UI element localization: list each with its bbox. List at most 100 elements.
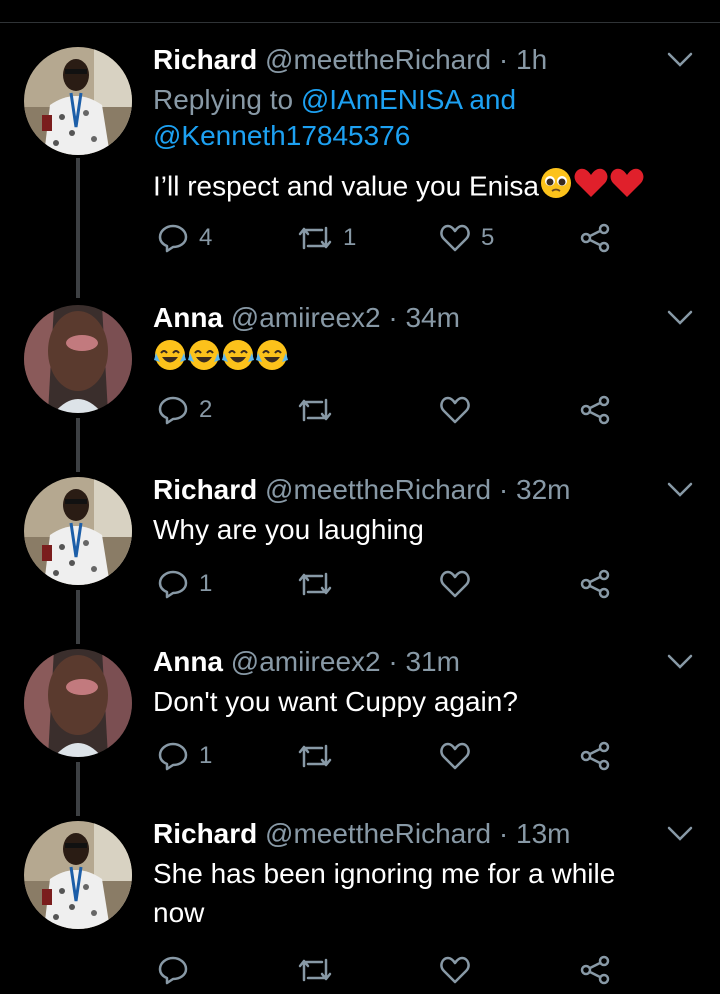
retweet-button[interactable]	[297, 740, 343, 772]
chevron-down-icon[interactable]	[666, 652, 694, 677]
tweet-header: Anna @amiireex2 · 31m	[153, 644, 460, 680]
timestamp[interactable]: 13m	[516, 818, 570, 849]
reply-button[interactable]: 1	[157, 740, 212, 772]
retweet-count: 1	[343, 224, 357, 251]
retweet-button[interactable]	[297, 568, 343, 600]
avatar-richard[interactable]	[24, 477, 132, 585]
avatar-richard[interactable]	[24, 821, 132, 929]
reply-button[interactable]: 1	[157, 568, 212, 600]
share-icon[interactable]	[579, 954, 611, 986]
display-name[interactable]: Anna	[153, 646, 223, 677]
face-with-tears-of-joy-emoji	[255, 338, 289, 382]
separator: ·	[498, 474, 509, 505]
top-divider	[0, 22, 720, 23]
share-icon[interactable]	[579, 394, 611, 426]
reply-button[interactable]: 2	[157, 394, 212, 426]
share-button[interactable]	[579, 740, 611, 772]
chevron-down-icon[interactable]	[666, 480, 694, 505]
like-button[interactable]	[439, 954, 471, 986]
tweet-text: I’ll respect and value you Enisa	[153, 166, 693, 210]
tweet-actions	[153, 954, 623, 994]
reply-count: 1	[199, 570, 213, 597]
reply-button[interactable]	[157, 954, 189, 986]
timestamp[interactable]: 1h	[516, 44, 547, 75]
like-button[interactable]	[439, 568, 481, 600]
reply-icon[interactable]	[157, 394, 189, 426]
retweet-icon[interactable]	[297, 394, 333, 426]
like-button[interactable]	[439, 740, 481, 772]
display-name[interactable]: Richard	[153, 818, 257, 849]
like-button[interactable]: 5	[439, 222, 494, 254]
mention-link[interactable]: @Kenneth17845376	[153, 120, 410, 151]
like-icon[interactable]	[439, 394, 471, 426]
reply-count: 1	[199, 742, 213, 769]
user-handle[interactable]: @meettheRichard	[265, 818, 491, 849]
tweet-actions: 1	[153, 568, 623, 608]
retweet-icon[interactable]	[297, 740, 333, 772]
reply-count: 4	[199, 224, 213, 251]
display-name[interactable]: Anna	[153, 302, 223, 333]
red-heart-emoji	[573, 167, 609, 209]
reply-icon[interactable]	[157, 740, 189, 772]
share-button[interactable]	[579, 222, 611, 254]
retweet-icon[interactable]	[297, 568, 333, 600]
red-heart-emoji	[609, 167, 645, 209]
tweet-text: Why are you laughing	[153, 514, 424, 545]
share-button[interactable]	[579, 954, 611, 986]
avatar-anna[interactable]	[24, 305, 132, 413]
like-icon[interactable]	[439, 222, 471, 254]
tweet-text: She has been ignoring me for a while now	[153, 854, 693, 932]
like-icon[interactable]	[439, 740, 471, 772]
tweet-text	[153, 338, 693, 382]
share-icon[interactable]	[579, 222, 611, 254]
timestamp[interactable]: 34m	[405, 302, 459, 333]
user-handle[interactable]: @amiireex2	[231, 646, 381, 677]
tweet-header: Richard @meettheRichard · 1h	[153, 42, 547, 78]
share-button[interactable]	[579, 394, 611, 426]
thread-line	[76, 762, 80, 816]
reply-icon[interactable]	[157, 568, 189, 600]
retweet-icon[interactable]	[297, 222, 333, 254]
like-button[interactable]	[439, 394, 481, 426]
retweet-button[interactable]	[297, 394, 343, 426]
like-count: 5	[481, 224, 495, 251]
tweet-header: Richard @meettheRichard · 13m	[153, 816, 570, 852]
chevron-down-icon[interactable]	[666, 824, 694, 849]
reply-count: 2	[199, 396, 213, 423]
separator: ·	[498, 818, 509, 849]
display-name[interactable]: Richard	[153, 474, 257, 505]
share-button[interactable]	[579, 568, 611, 600]
timestamp[interactable]: 32m	[516, 474, 570, 505]
chevron-down-icon[interactable]	[666, 308, 694, 333]
replying-to: Replying to @IAmENISA and @Kenneth178453…	[153, 82, 583, 154]
tweet-header: Anna @amiireex2 · 34m	[153, 300, 460, 336]
like-icon[interactable]	[439, 954, 471, 986]
chevron-down-icon[interactable]	[666, 50, 694, 75]
tweet-actions: 2	[153, 394, 623, 434]
retweet-icon[interactable]	[297, 954, 333, 986]
like-icon[interactable]	[439, 568, 471, 600]
replying-to-label: Replying to	[153, 84, 294, 115]
retweet-button[interactable]: 1	[297, 222, 356, 254]
share-icon[interactable]	[579, 568, 611, 600]
tweet-actions: 4 1 5	[153, 222, 623, 262]
thread-line	[76, 158, 80, 298]
avatar-richard[interactable]	[24, 47, 132, 155]
face-with-tears-of-joy-emoji	[221, 338, 255, 382]
retweet-button[interactable]	[297, 954, 333, 986]
thread-line	[76, 418, 80, 472]
reply-button[interactable]: 4	[157, 222, 212, 254]
user-handle[interactable]: @meettheRichard	[265, 44, 491, 75]
reply-icon[interactable]	[157, 954, 189, 986]
thread-line	[76, 590, 80, 644]
mention-link[interactable]: @IAmENISA	[301, 84, 462, 115]
user-handle[interactable]: @amiireex2	[231, 302, 381, 333]
reply-icon[interactable]	[157, 222, 189, 254]
user-handle[interactable]: @meettheRichard	[265, 474, 491, 505]
timestamp[interactable]: 31m	[405, 646, 459, 677]
avatar-anna[interactable]	[24, 649, 132, 757]
share-icon[interactable]	[579, 740, 611, 772]
tweet-text-line: now	[153, 897, 205, 928]
display-name[interactable]: Richard	[153, 44, 257, 75]
mention-and[interactable]: and	[469, 84, 516, 115]
